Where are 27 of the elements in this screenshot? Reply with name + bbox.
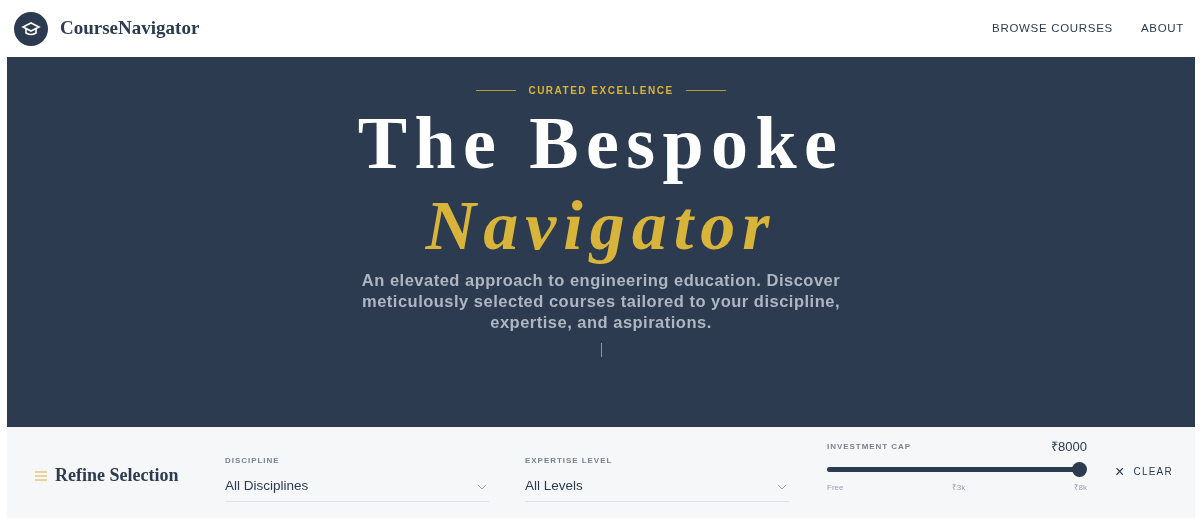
- scroll-indicator: [600, 343, 602, 357]
- brand-logo[interactable]: CourseNavigator: [60, 14, 200, 43]
- filter-label: EXPERTISE LEVEL: [525, 455, 614, 468]
- eyebrow-text: CURATED EXCELLENCE: [528, 84, 674, 98]
- chevron-down-icon: [477, 483, 487, 490]
- sliders-icon: [35, 469, 47, 482]
- nav-link[interactable]: ABOUT: [1140, 19, 1184, 38]
- slider-track[interactable]: [827, 461, 1087, 477]
- filter-label: DISCIPLINE: [225, 455, 281, 468]
- tick-label: ₹8k: [1073, 481, 1087, 494]
- divider-line: [685, 90, 726, 91]
- tick-label: ₹3k: [951, 481, 966, 494]
- price-reading: ₹8000: [1051, 438, 1087, 456]
- clear-button[interactable]: × CLEAR: [1115, 463, 1173, 480]
- slider-thumb[interactable]: [1072, 461, 1087, 477]
- chevron-down-icon: [777, 483, 787, 490]
- hero-title: The Bespoke: [357, 101, 845, 186]
- select-dropdown[interactable]: All Levels: [525, 476, 789, 502]
- hero-subtitle: An elevated approach to engineering education. Discover meticulously selected courses tailored to your discipline, expertise, and aspirations.: [360, 270, 842, 333]
- nav-link[interactable]: BROWSE COURSES: [992, 19, 1113, 38]
- graduation-cap-icon: [14, 11, 48, 46]
- select-dropdown[interactable]: All Disciplines: [225, 476, 489, 502]
- divider-line: [476, 90, 517, 91]
- hero-title-accent: Navigator: [425, 186, 777, 266]
- filter-title: Refine Selection: [55, 464, 179, 487]
- tick-label: Free: [827, 481, 844, 494]
- filter-label: INVESTMENT CAP: [827, 440, 912, 453]
